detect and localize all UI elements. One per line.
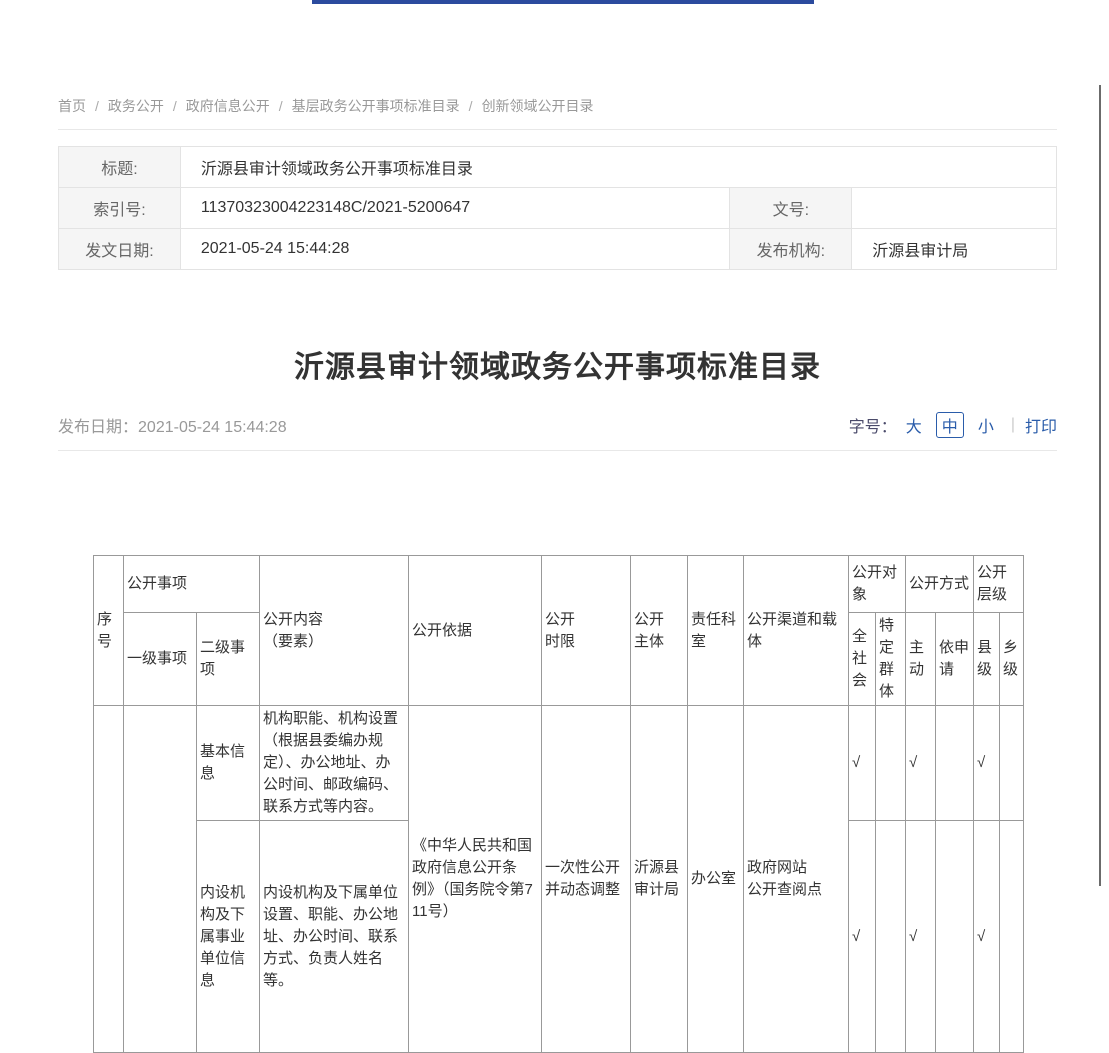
cell-check-method-request [936,821,974,1053]
cell-check-level-town [1000,706,1024,821]
toolbar-divider: | [1011,416,1015,434]
cell-check-method-active: √ [906,821,936,1053]
cell-level2: 基本信息 [197,706,260,821]
header-time-limit: 公开 时限 [542,556,631,706]
publish-date-label: 发布日期： [58,419,138,436]
meta-row-index: 索引号: 11370323004223148C/2021-5200647 文号: [59,188,1057,229]
cell-seq [94,706,124,1053]
cell-check-target-specific [876,706,906,821]
breadcrumb: 首页 / 政务公开 / 政府信息公开 / 基层政务公开事项标准目录 / 创新领域公开目录 [58,96,1057,130]
meta-doc-no-label: 文号: [730,188,852,229]
breadcrumb-item-standard-catalog[interactable]: 基层政务公开事项标准目录 [292,98,460,114]
scrollbar-thumb[interactable] [1099,85,1101,886]
publish-date: 发布日期：2021-05-24 15:44:28 [58,413,287,437]
meta-doc-no-value [852,188,1057,229]
breadcrumb-separator: / [469,98,473,114]
header-seq: 序号 [94,556,124,706]
meta-date-value: 2021-05-24 15:44:28 [180,229,730,270]
cell-channel: 政府网站 公开查阅点 [744,706,849,1053]
font-size-large-button[interactable]: 大 [906,413,922,437]
cell-check-target-specific [876,821,906,1053]
breadcrumb-item-home[interactable]: 首页 [58,98,86,114]
header-department: 责任科室 [688,556,744,706]
page-container: 首页 / 政务公开 / 政府信息公开 / 基层政务公开事项标准目录 / 创新领域公开目录 标题:… [58,0,1057,1053]
article-toolbar: 发布日期：2021-05-24 15:44:28 字号： 大 中 小 | 打印 [58,412,1057,451]
breadcrumb-separator: / [279,98,283,114]
publish-date-value: 2021-05-24 15:44:28 [138,419,287,436]
header-method-group: 公开方式 [906,556,974,613]
cell-time-limit: 一次性公开并动态调整 [542,706,631,1053]
cell-level2: 内设机构及下属事业单位信息 [197,821,260,1053]
cell-content: 内设机构及下属单位设置、职能、办公地址、办公时间、联系方式、负责人姓名等。 [260,821,409,1053]
cell-check-method-request [936,706,974,821]
header-channel: 公开渠道和载体 [744,556,849,706]
header-level-county: 县级 [974,613,1000,706]
meta-date-label: 发文日期: [59,229,181,270]
breadcrumb-item-innovation-catalog[interactable]: 创新领域公开目录 [482,98,594,114]
font-size-tools: 字号： 大 中 小 | 打印 [849,412,1057,438]
header-level1: 一级事项 [124,613,197,706]
header-basis: 公开依据 [409,556,542,706]
cell-check-target-all: √ [849,821,876,1053]
meta-title-value: 沂源县审计领域政务公开事项标准目录 [180,147,1056,188]
header-method-active: 主动 [906,613,936,706]
header-subject: 公开 主体 [631,556,688,706]
header-level-group: 公开层级 [974,556,1024,613]
document-meta-table: 标题: 沂源县审计领域政务公开事项标准目录 索引号: 1137032300422… [58,146,1057,270]
breadcrumb-item-gov-info[interactable]: 政府信息公开 [186,98,270,114]
breadcrumb-separator: / [95,98,99,114]
cell-check-method-active: √ [906,706,936,821]
top-header-strip [312,0,814,4]
cell-check-level-county: √ [974,821,1000,1053]
header-target-specific: 特定群体 [876,613,906,706]
meta-title-label: 标题: [59,147,181,188]
header-level-town: 乡级 [1000,613,1024,706]
header-target-all: 全社会 [849,613,876,706]
header-level2: 二级事项 [197,613,260,706]
cell-basis: 《中华人民共和国政府信息公开条例》（国务院令第711号） [409,706,542,1053]
breadcrumb-separator: / [173,98,177,114]
meta-org-value: 沂源县审计局 [852,229,1057,270]
cell-check-target-all: √ [849,706,876,821]
meta-index-value: 11370323004223148C/2021-5200647 [180,188,730,229]
meta-index-label: 索引号: [59,188,181,229]
print-button[interactable]: 打印 [1025,413,1057,437]
catalog-table: 序号 公开事项 公开内容 （要素） 公开依据 公开 时限 公开 主体 责任科室 … [93,555,1024,1053]
catalog-row-basic-info: 基本信息 机构职能、机构设置（根据县委编办规定）、办公地址、办公时间、邮政编码、… [94,706,1024,821]
font-size-label: 字号： [849,413,897,437]
cell-subject: 沂源县审计局 [631,706,688,1053]
header-method-request: 依申请 [936,613,974,706]
font-size-medium-button[interactable]: 中 [936,412,964,438]
meta-row-date: 发文日期: 2021-05-24 15:44:28 发布机构: 沂源县审计局 [59,229,1057,270]
header-target-group: 公开对象 [849,556,906,613]
cell-level1 [124,706,197,1053]
page-title: 沂源县审计领域政务公开事项标准目录 [58,342,1057,386]
header-content: 公开内容 （要素） [260,556,409,706]
font-size-small-button[interactable]: 小 [978,413,994,437]
meta-row-title: 标题: 沂源县审计领域政务公开事项标准目录 [59,147,1057,188]
catalog-header-row-1: 序号 公开事项 公开内容 （要素） 公开依据 公开 时限 公开 主体 责任科室 … [94,556,1024,613]
meta-org-label: 发布机构: [730,229,852,270]
cell-check-level-county: √ [974,706,1000,821]
breadcrumb-item-open-gov[interactable]: 政务公开 [108,98,164,114]
header-items-group: 公开事项 [124,556,260,613]
cell-department: 办公室 [688,706,744,1053]
cell-check-level-town [1000,821,1024,1053]
cell-content: 机构职能、机构设置（根据县委编办规定）、办公地址、办公时间、邮政编码、联系方式等… [260,706,409,821]
